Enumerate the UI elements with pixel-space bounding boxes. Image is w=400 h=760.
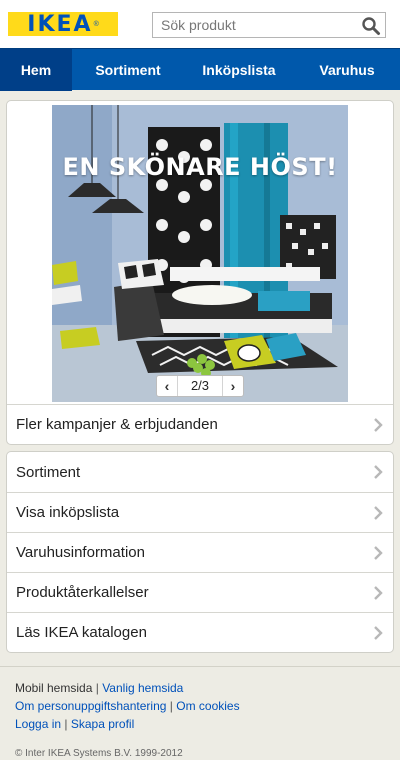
footer-divider: [0, 653, 400, 667]
footer-line-3: Logga in | Skapa profil: [15, 715, 385, 733]
privacy-link[interactable]: Om personuppgiftshantering: [15, 699, 166, 713]
banner-wrap: EN SKÖNARE HÖST! ‹ 2/3 ›: [7, 101, 393, 404]
nav-item-sortiment[interactable]: Sortiment: [72, 49, 184, 91]
promo-banner[interactable]: EN SKÖNARE HÖST! ‹ 2/3 ›: [52, 105, 348, 402]
nav-item-hem[interactable]: Hem: [0, 49, 72, 91]
chevron-right-icon: [374, 626, 383, 640]
search-input[interactable]: [153, 13, 353, 37]
cookies-link[interactable]: Om cookies: [176, 699, 239, 713]
chevron-right-icon: [374, 546, 383, 560]
nav-item-inkopslista[interactable]: Inköpslista: [184, 49, 294, 91]
menu-item-label: Sortiment: [16, 463, 81, 481]
pager-count: 2/3: [177, 376, 223, 396]
carousel-pager: ‹ 2/3 ›: [156, 375, 244, 397]
menu-item-label: Läs IKEA katalogen: [16, 624, 147, 641]
menu-item-sortiment[interactable]: Sortiment: [7, 452, 393, 492]
menu-item-label: Visa inköpslista: [16, 504, 120, 521]
footer-line-1: Mobil hemsida | Vanlig hemsida: [15, 679, 385, 697]
menu-item-shopping-list[interactable]: Visa inköpslista: [7, 492, 393, 532]
search-box: [152, 12, 386, 38]
promo-card: EN SKÖNARE HÖST! ‹ 2/3 › Fler kampanjer …: [6, 100, 394, 445]
chevron-right-icon[interactable]: ›: [223, 376, 243, 396]
chevron-right-icon: [374, 465, 383, 479]
create-profile-link[interactable]: Skapa profil: [71, 717, 134, 731]
mobile-site-label: Mobil hemsida: [15, 681, 93, 695]
menu-item-label: Produktåterkallelser: [16, 584, 149, 601]
login-link[interactable]: Logga in: [15, 717, 61, 731]
separator: |: [169, 699, 173, 713]
menu-item-label: Varuhusinformation: [16, 544, 145, 561]
registered-mark: ®: [93, 20, 99, 28]
menu-item-store-info[interactable]: Varuhusinformation: [7, 532, 393, 572]
nav-item-varuhus[interactable]: Varuhus: [294, 49, 400, 91]
main-nav: Hem Sortiment Inköpslista Varuhus: [0, 48, 400, 91]
chevron-right-icon: [374, 418, 383, 432]
footer-line-2: Om personuppgiftshantering | Om cookies: [15, 697, 385, 715]
banner-image: [52, 105, 348, 402]
menu-card: Sortiment Visa inköpslista Varuhusinform…: [6, 451, 394, 653]
header: IKEA ®: [0, 0, 400, 48]
campaigns-link-label: Fler kampanjer & erbjudanden: [16, 416, 218, 433]
menu-item-catalog[interactable]: Läs IKEA katalogen: [7, 612, 393, 652]
banner-title: EN SKÖNARE HÖST!: [62, 153, 338, 181]
separator: |: [95, 681, 99, 695]
logo-text: IKEA: [27, 11, 93, 37]
regular-site-link[interactable]: Vanlig hemsida: [102, 681, 183, 695]
footer: Mobil hemsida | Vanlig hemsida Om person…: [0, 667, 400, 760]
menu-item-recalls[interactable]: Produktåterkallelser: [7, 572, 393, 612]
chevron-left-icon[interactable]: ‹: [157, 376, 177, 396]
separator: |: [64, 717, 68, 731]
copyright: © Inter IKEA Systems B.V. 1999-2012: [15, 748, 183, 759]
chevron-right-icon: [374, 506, 383, 520]
campaigns-link[interactable]: Fler kampanjer & erbjudanden: [7, 404, 393, 444]
search-icon[interactable]: [361, 16, 381, 36]
ikea-logo[interactable]: IKEA ®: [8, 11, 118, 37]
chevron-right-icon: [374, 586, 383, 600]
